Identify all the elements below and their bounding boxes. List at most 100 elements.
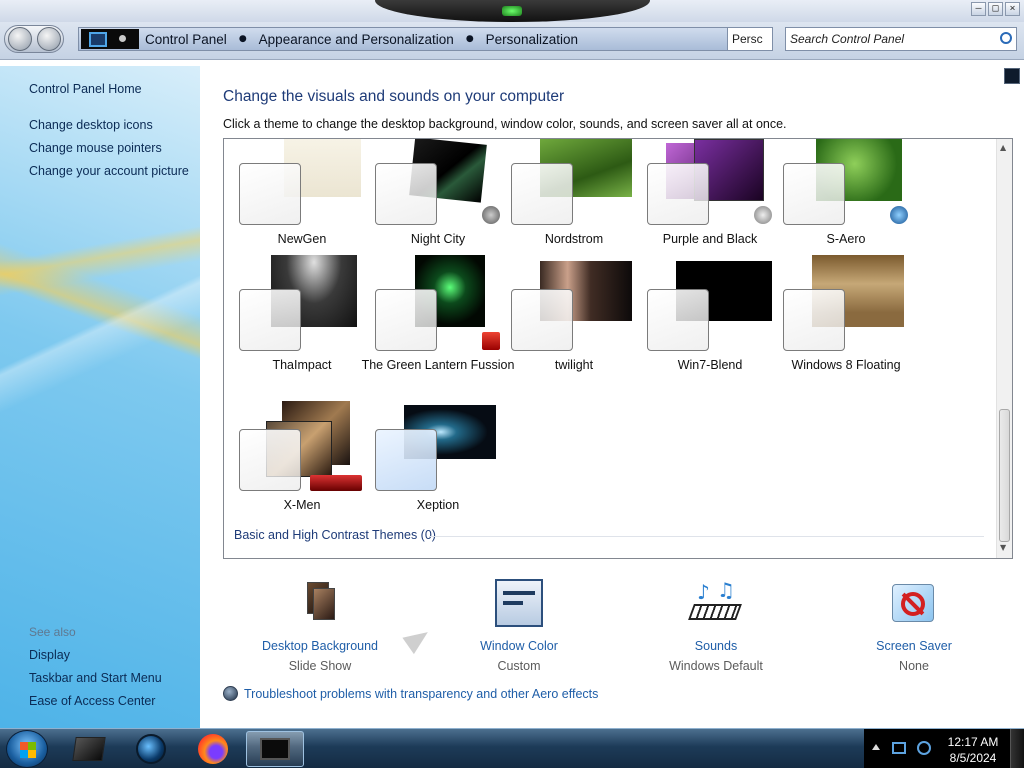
sounds-icon: ♪ ♫ xyxy=(688,578,742,630)
page-subtitle: Click a theme to change the desktop back… xyxy=(223,117,787,131)
theme-item-green-lantern[interactable]: The Green Lantern Fussion xyxy=(360,255,514,395)
theme-label: Win7-Blend xyxy=(677,358,743,372)
theme-item-win7-blend[interactable]: Win7-Blend xyxy=(632,255,772,395)
window-color-icon xyxy=(494,578,544,630)
scroll-up-icon[interactable]: ▲ xyxy=(1000,143,1006,152)
theme-item-thaimpact[interactable]: ThaImpact xyxy=(224,255,360,395)
search-placeholder: Search Control Panel xyxy=(790,32,905,46)
control-panel-icon xyxy=(260,738,290,760)
clock-date: 8/5/2024 xyxy=(949,751,997,765)
scroll-thumb[interactable] xyxy=(999,409,1010,542)
sidebar-link-home[interactable]: Control Panel Home xyxy=(29,82,142,96)
option-label: Screen Saver xyxy=(876,639,952,653)
theme-label: X-Men xyxy=(283,498,321,512)
theme-scrollbar[interactable]: ▲ ▼ xyxy=(996,139,1012,558)
crumb-separator-icon: ● xyxy=(465,34,474,44)
theme-label: Nordstrom xyxy=(544,232,604,246)
option-value: None xyxy=(899,659,929,673)
search-icon[interactable] xyxy=(1000,32,1012,44)
main-content: Change the visuals and sounds on your co… xyxy=(200,66,1024,728)
page-title: Change the visuals and sounds on your co… xyxy=(223,88,565,105)
back-button[interactable] xyxy=(7,27,32,51)
minimize-button[interactable]: – xyxy=(971,2,986,16)
crumb-control-panel[interactable]: Control Panel xyxy=(139,32,233,47)
option-label: Sounds xyxy=(694,639,738,653)
help-icon[interactable] xyxy=(1004,68,1020,84)
sidebar-link-account-picture[interactable]: Change your account picture xyxy=(29,164,189,178)
theme-item-windows-8-floating[interactable]: Windows 8 Floating xyxy=(768,255,904,395)
show-desktop-button[interactable] xyxy=(1010,729,1024,768)
theme-label: NewGen xyxy=(277,232,327,246)
close-button[interactable]: × xyxy=(1005,2,1020,16)
option-value: Slide Show xyxy=(288,659,352,673)
option-value: Windows Default xyxy=(669,659,763,673)
desktop-background-option[interactable]: Desktop Background Slide Show xyxy=(230,578,410,673)
theme-label: The Green Lantern Fussion xyxy=(361,358,515,372)
sidebar-link-ease-of-access[interactable]: Ease of Access Center xyxy=(29,694,155,708)
clock[interactable]: 12:17 AM 8/5/2024 xyxy=(944,734,1002,766)
sounds-option[interactable]: ♪ ♫ Sounds Windows Default xyxy=(626,578,806,673)
volume-icon[interactable] xyxy=(917,741,931,755)
screen-saver-icon xyxy=(889,578,939,630)
navigation-bar: Control Panel ● Appearance and Personali… xyxy=(0,22,1024,60)
crumb-personalization[interactable]: Personalization xyxy=(480,32,584,47)
basic-themes-link[interactable]: Basic and High Contrast Themes (0) xyxy=(234,528,436,542)
divider xyxy=(429,536,984,537)
show-hidden-icons-icon[interactable] xyxy=(872,744,880,750)
theme-item-x-men[interactable]: X-Men xyxy=(224,395,362,535)
taskbar-control-panel[interactable] xyxy=(246,731,304,767)
troubleshoot-row: Troubleshoot problems with transparency … xyxy=(223,686,598,701)
theme-list: NewGen Night City Nordstrom Purple and B… xyxy=(223,138,1013,559)
option-value: Custom xyxy=(497,659,541,673)
windows-logo-icon xyxy=(20,742,36,758)
theme-item-twilight[interactable]: twilight xyxy=(496,255,632,395)
title-bar: – □ × xyxy=(0,0,1024,22)
crumb-separator-icon: ● xyxy=(238,34,247,44)
option-label: Desktop Background xyxy=(261,639,379,653)
sidebar-link-taskbar[interactable]: Taskbar and Start Menu xyxy=(29,671,162,685)
sidebar-link-mouse-pointers[interactable]: Change mouse pointers xyxy=(29,141,162,155)
troubleshoot-icon xyxy=(223,686,238,701)
theme-item-xeption[interactable]: Xeption xyxy=(360,395,496,535)
theme-label: S-Aero xyxy=(826,232,866,246)
screen-saver-option[interactable]: Screen Saver None xyxy=(824,578,1004,673)
sidebar: Control Panel Home Change desktop icons … xyxy=(0,66,200,728)
forward-button[interactable] xyxy=(36,27,61,51)
explorer-icon xyxy=(72,737,106,761)
theme-label: Xeption xyxy=(416,498,460,512)
sidebar-link-display[interactable]: Display xyxy=(29,648,70,662)
theme-label: Purple and Black xyxy=(662,232,758,246)
taskbar-explorer[interactable] xyxy=(64,731,114,767)
control-panel-icon xyxy=(81,29,139,49)
theme-label: ThaImpact xyxy=(272,358,332,372)
troubleshoot-link[interactable]: Troubleshoot problems with transparency … xyxy=(244,687,598,701)
theme-label: twilight xyxy=(554,358,594,372)
start-button[interactable] xyxy=(6,730,48,768)
clock-time: 12:17 AM xyxy=(947,735,999,749)
firefox-icon xyxy=(198,734,228,764)
maximize-button[interactable]: □ xyxy=(988,2,1003,16)
theme-label: Windows 8 Floating xyxy=(791,358,901,372)
window-color-option[interactable]: Window Color Custom xyxy=(429,578,609,673)
taskbar: 12:17 AM 8/5/2024 xyxy=(0,728,1024,768)
see-also-heading: See also xyxy=(29,625,76,639)
network-icon[interactable] xyxy=(892,742,906,754)
scroll-down-icon[interactable]: ▼ xyxy=(1000,543,1006,552)
taskbar-firefox[interactable] xyxy=(188,731,238,767)
crumb-appearance[interactable]: Appearance and Personalization xyxy=(253,32,460,47)
address-dropdown[interactable]: Persc xyxy=(727,27,773,51)
breadcrumb[interactable]: Control Panel ● Appearance and Personali… xyxy=(78,27,728,51)
window-decoration xyxy=(375,0,650,22)
xmen-logo-icon xyxy=(310,475,362,491)
media-icon xyxy=(136,734,166,764)
slideshow-icon xyxy=(295,578,345,630)
theme-label: Night City xyxy=(410,232,466,246)
option-label: Window Color xyxy=(480,639,558,653)
windows-orb-icon xyxy=(890,206,908,224)
back-forward-buttons xyxy=(4,25,64,53)
search-input[interactable]: Search Control Panel xyxy=(785,27,1017,51)
sidebar-link-desktop-icons[interactable]: Change desktop icons xyxy=(29,118,153,132)
system-tray: 12:17 AM 8/5/2024 xyxy=(864,729,1024,768)
window-controls: – □ × xyxy=(971,2,1020,16)
taskbar-media[interactable] xyxy=(126,731,176,767)
